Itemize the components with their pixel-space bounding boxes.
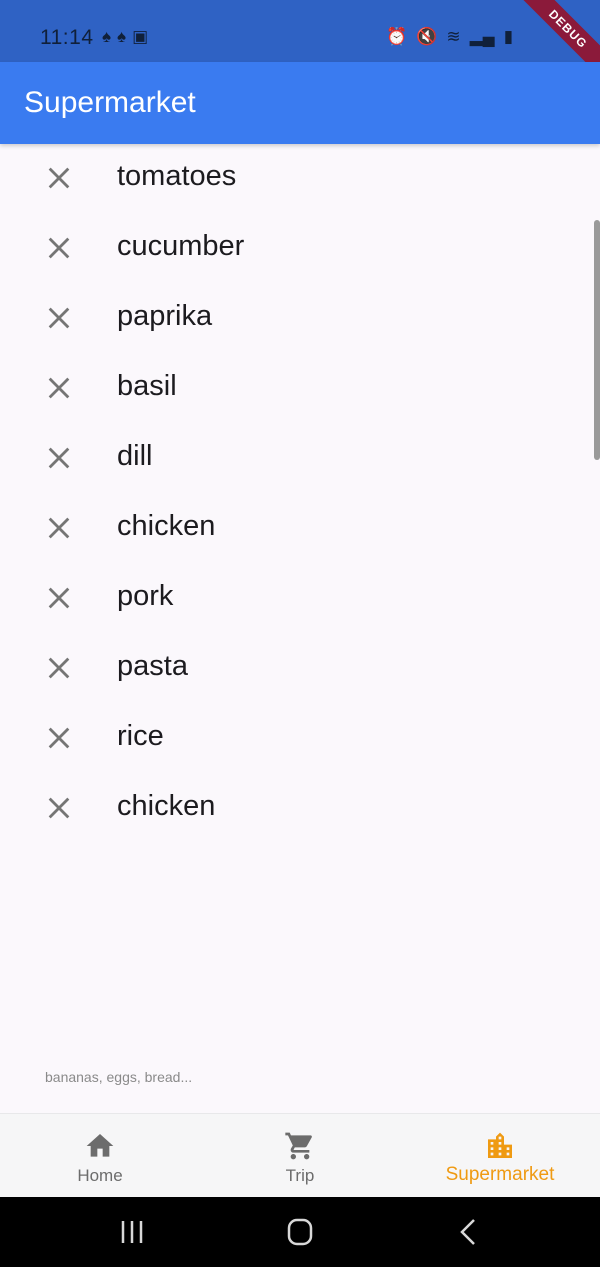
home-icon — [84, 1130, 116, 1162]
page-title: Supermarket — [24, 86, 196, 119]
alarm-icon: ⏰ — [386, 27, 408, 46]
signal-icon: ▂▄ — [469, 27, 495, 46]
shopping-list: tomatoes cucumber paprika basil dill chi… — [0, 144, 600, 844]
close-icon[interactable] — [45, 654, 73, 682]
cart-icon — [284, 1130, 316, 1162]
list-item-label: chicken — [117, 510, 216, 542]
list-item: cucumber — [0, 214, 600, 284]
bottom-navigation: Home Trip Supermarket — [0, 1113, 600, 1197]
mute-icon: 🔇 — [416, 27, 438, 46]
scrollbar[interactable] — [594, 220, 600, 460]
store-building-icon — [484, 1130, 516, 1162]
list-item-label: tomatoes — [117, 160, 237, 192]
list-item-label: paprika — [117, 300, 213, 332]
close-icon[interactable] — [45, 514, 73, 542]
list-item-label: chicken — [117, 790, 216, 822]
list-item: pasta — [0, 634, 600, 704]
recent-apps-icon[interactable] — [112, 1217, 152, 1247]
list-item: rice — [0, 704, 600, 774]
home-button-icon[interactable] — [280, 1217, 320, 1247]
wifi-icon: ≋ — [446, 27, 461, 46]
close-icon[interactable] — [45, 444, 73, 472]
nav-item-label: Trip — [285, 1166, 315, 1185]
system-navigation-bar — [0, 1197, 600, 1267]
status-time: 11:14 — [40, 26, 94, 49]
close-icon[interactable] — [45, 724, 73, 752]
snapchat-icon: ♠ — [102, 27, 112, 46]
status-system-icons: ⏰ 🔇 ≋ ▂▄ ▮ — [386, 27, 513, 47]
list-item: chicken — [0, 774, 600, 844]
status-notification-icons: ♠ ♠ ▣ — [102, 26, 148, 48]
nav-item-label: Home — [77, 1166, 123, 1185]
list-item: dill — [0, 424, 600, 494]
list-item-label: pasta — [117, 650, 188, 682]
nav-item-home[interactable]: Home — [0, 1114, 200, 1198]
list-item: chicken — [0, 494, 600, 564]
list-item: pork — [0, 564, 600, 634]
back-icon[interactable] — [448, 1217, 488, 1247]
close-icon[interactable] — [45, 374, 73, 402]
list-item: basil — [0, 354, 600, 424]
close-icon[interactable] — [45, 794, 73, 822]
close-icon[interactable] — [45, 234, 73, 262]
nav-item-label: Supermarket — [445, 1164, 555, 1185]
list-item-label: basil — [117, 370, 177, 402]
list-item-label: rice — [117, 720, 164, 752]
close-icon[interactable] — [45, 584, 73, 612]
nav-item-supermarket[interactable]: Supermarket — [400, 1114, 600, 1198]
app-bar: Supermarket — [0, 62, 600, 144]
nav-item-trip[interactable]: Trip — [200, 1114, 400, 1198]
app-notification-icon: ▣ — [132, 27, 149, 46]
list-item-label: pork — [117, 580, 174, 612]
list-item: paprika — [0, 284, 600, 354]
new-item-input[interactable]: bananas, eggs, bread... — [45, 1069, 192, 1085]
status-bar: 11:14 ♠ ♠ ▣ ⏰ 🔇 ≋ ▂▄ ▮ — [0, 0, 600, 62]
close-icon[interactable] — [45, 164, 73, 192]
close-icon[interactable] — [45, 304, 73, 332]
list-item: tomatoes — [0, 144, 600, 214]
snapchat-icon: ♠ — [117, 27, 127, 46]
battery-icon: ▮ — [503, 27, 514, 46]
list-item-label: dill — [117, 440, 153, 472]
list-item-label: cucumber — [117, 230, 245, 262]
